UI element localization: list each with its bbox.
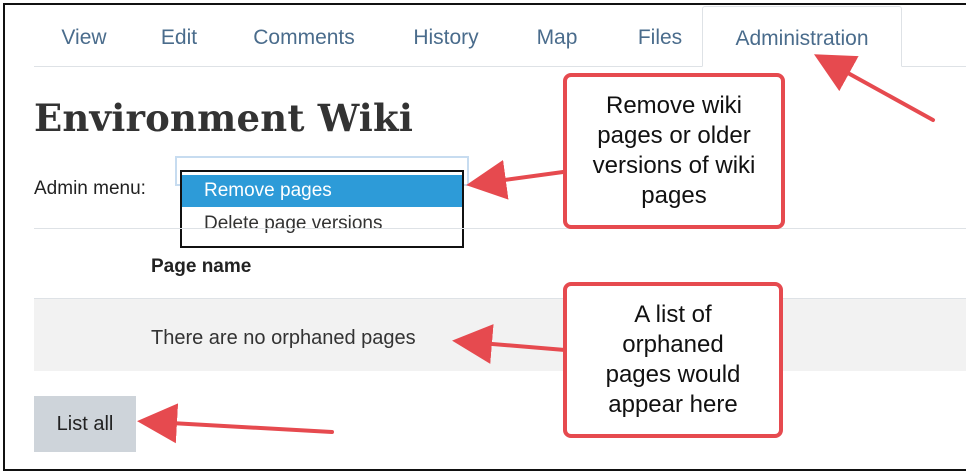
empty-table-message: There are no orphaned pages (151, 327, 416, 349)
screenshot-frame: View Edit Comments History Map Files Adm… (0, 0, 966, 474)
tab-view[interactable]: View (34, 6, 134, 66)
option-delete-page-versions[interactable]: Delete page versions (182, 208, 462, 240)
wiki-tabs: View Edit Comments History Map Files Adm… (34, 6, 966, 67)
admin-menu-dropdown: Remove pages Delete page versions (180, 170, 464, 248)
frame-border (3, 3, 966, 471)
page-title: Environment Wiki (34, 96, 414, 140)
admin-menu-label: Admin menu: (34, 178, 146, 199)
list-all-button[interactable]: List all (34, 396, 136, 452)
callout-orphaned-pages: A list of orphaned pages would appear he… (563, 282, 783, 438)
tab-edit[interactable]: Edit (144, 6, 214, 66)
table-row: There are no orphaned pages (34, 298, 966, 371)
tab-map[interactable]: Map (522, 6, 592, 66)
tab-history[interactable]: History (396, 6, 496, 66)
tab-administration[interactable]: Administration (702, 6, 902, 67)
tab-comments[interactable]: Comments (234, 6, 374, 66)
callout-admin-text: Remove wiki pages or older versions of w… (592, 92, 756, 209)
option-remove-pages[interactable]: Remove pages (182, 175, 462, 207)
divider (34, 228, 966, 229)
callout-orphaned-text: A list of orphaned pages would appear he… (605, 301, 741, 418)
column-header-page-name: Page name (151, 256, 252, 277)
callout-admin-menu: Remove wiki pages or older versions of w… (563, 73, 785, 229)
tab-files[interactable]: Files (620, 6, 700, 66)
